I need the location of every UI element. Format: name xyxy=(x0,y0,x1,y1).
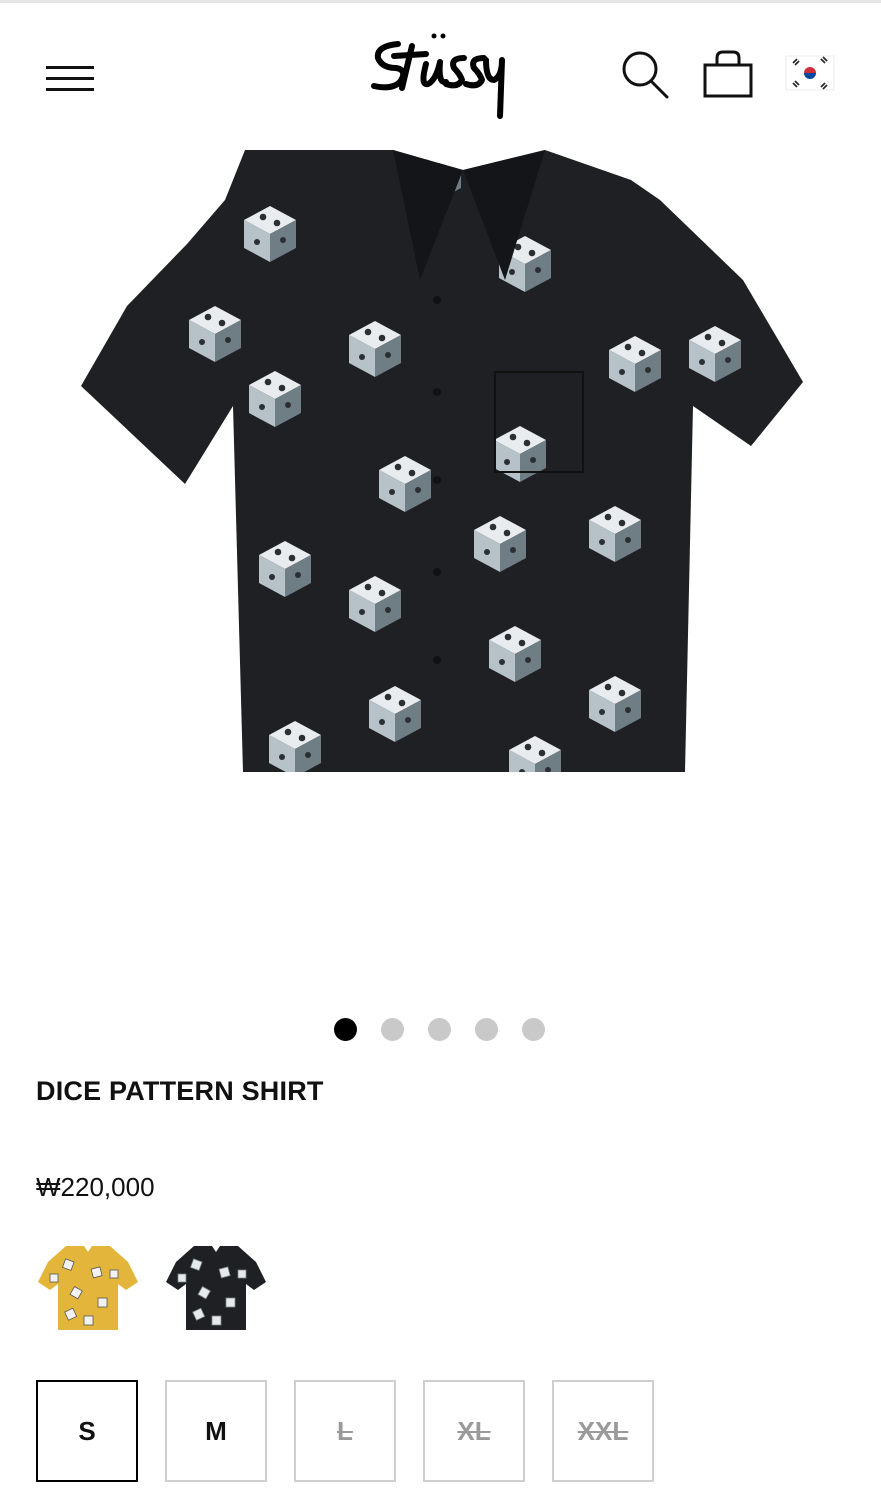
menu-line xyxy=(46,88,94,91)
carousel-dot[interactable] xyxy=(428,1018,451,1041)
search-icon[interactable] xyxy=(619,48,671,100)
size-option-l[interactable]: L xyxy=(294,1380,396,1482)
carousel-dots xyxy=(0,1016,881,1042)
hamburger-menu-icon[interactable] xyxy=(44,62,96,96)
size-option-m[interactable]: M xyxy=(165,1380,267,1482)
carousel-dot[interactable] xyxy=(475,1018,498,1041)
color-swatch-yellow[interactable] xyxy=(36,1240,140,1336)
shopping-bag-icon[interactable] xyxy=(701,48,757,100)
size-option-s[interactable]: S xyxy=(36,1380,138,1482)
carousel-dot[interactable] xyxy=(334,1018,357,1041)
size-option-xl[interactable]: XL xyxy=(423,1380,525,1482)
product-image[interactable] xyxy=(75,140,807,780)
color-swatch-black[interactable] xyxy=(164,1240,268,1336)
product-price: ₩220,000 xyxy=(36,1172,155,1202)
menu-line xyxy=(46,77,94,80)
carousel-dot[interactable] xyxy=(522,1018,545,1041)
size-option-xxl[interactable]: XXL xyxy=(552,1380,654,1482)
stussy-logo[interactable] xyxy=(368,24,513,122)
top-divider xyxy=(0,0,881,3)
carousel-dot[interactable] xyxy=(381,1018,404,1041)
menu-line xyxy=(46,66,94,69)
korea-flag-icon[interactable] xyxy=(785,55,835,91)
product-title: DICE PATTERN SHIRT xyxy=(36,1076,324,1106)
